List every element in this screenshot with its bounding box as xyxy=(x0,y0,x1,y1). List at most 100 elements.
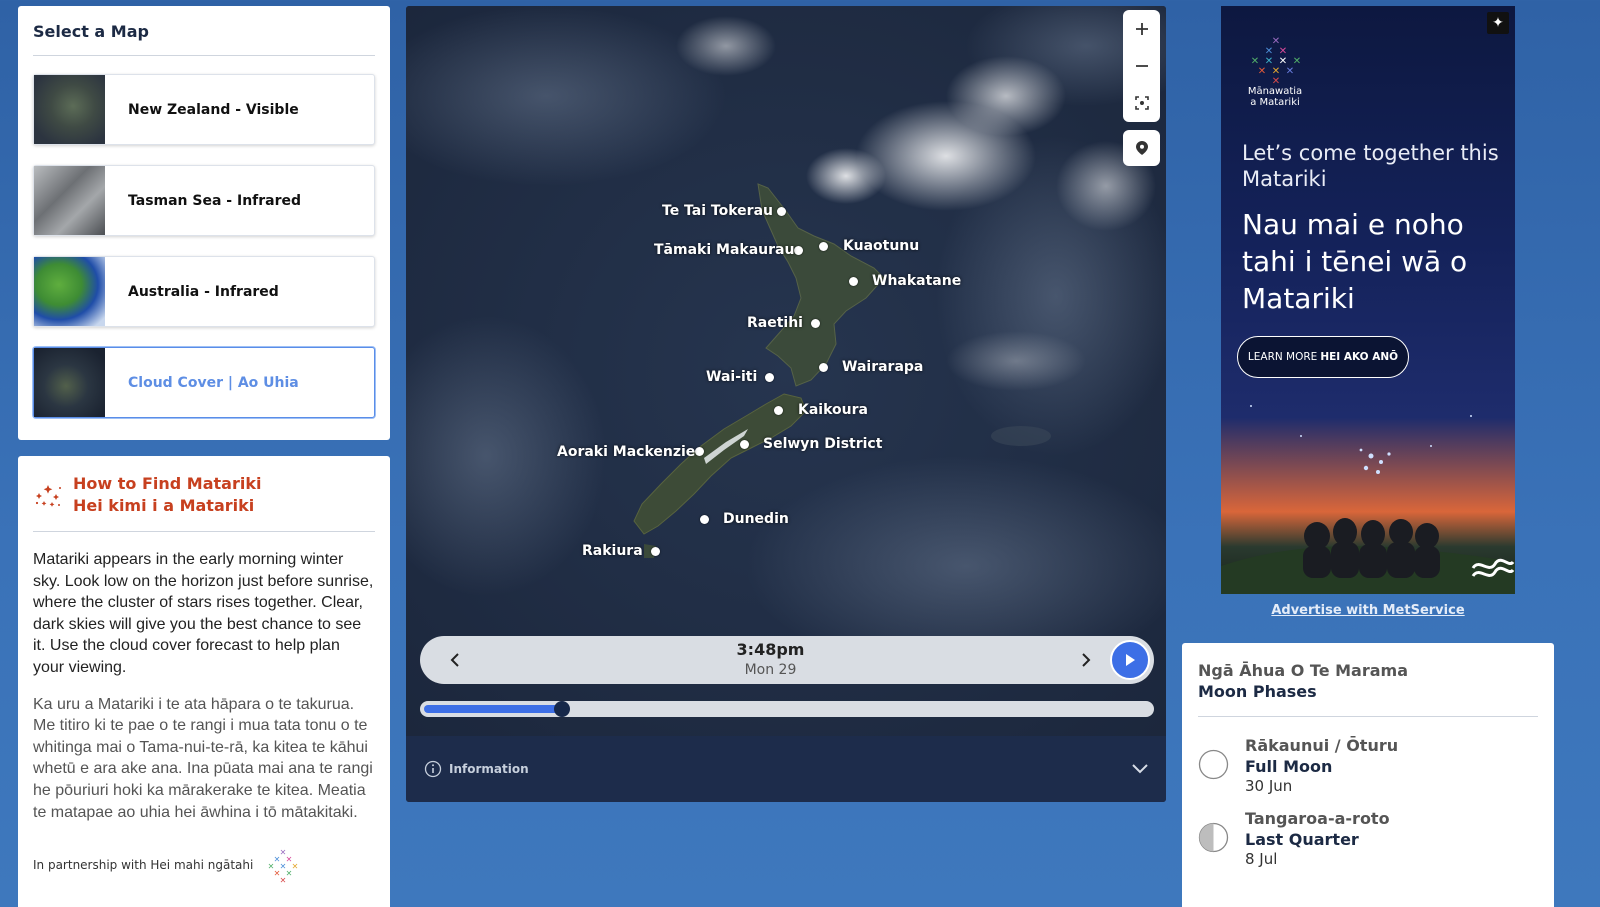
svg-text:✕: ✕ xyxy=(280,876,287,883)
map-option-tasman-infrared[interactable]: Tasman Sea - Infrared xyxy=(33,165,375,236)
ad-logo-line-1: Mānawatia xyxy=(1247,86,1303,97)
ad-stars-and-people-illustration xyxy=(1221,405,1515,594)
zoom-out-button[interactable] xyxy=(1127,51,1157,81)
map-marker[interactable] xyxy=(695,447,704,456)
tasman-infrared-thumbnail xyxy=(34,166,105,235)
time-display: 3:48pm Mon 29 xyxy=(475,640,1066,680)
find-matariki-panel: How to Find Matariki Hei kimi i a Matari… xyxy=(18,456,390,907)
map-option-label: New Zealand - Visible xyxy=(128,101,299,118)
map-marker[interactable] xyxy=(774,406,783,415)
map-option-australia-infrared[interactable]: Australia - Infrared xyxy=(33,256,375,327)
zoom-controls xyxy=(1123,10,1160,122)
plus-icon xyxy=(1135,22,1148,35)
svg-text:✕: ✕ xyxy=(286,869,293,878)
partnership-text: In partnership with Hei mahi ngātahi xyxy=(33,858,254,873)
location-label[interactable]: Raetihi xyxy=(747,315,803,331)
moon-phase-name-mi: Tangaroa-a-roto xyxy=(1245,809,1390,828)
location-label[interactable]: Aoraki Mackenzie xyxy=(557,444,695,460)
play-button[interactable] xyxy=(1110,640,1150,680)
select-map-title: Select a Map xyxy=(33,6,375,56)
svg-text:✕: ✕ xyxy=(292,862,299,871)
ad-logo-text: Mānawatia a Matariki xyxy=(1243,86,1307,108)
time-slider-handle[interactable] xyxy=(553,701,570,717)
current-time: 3:48pm xyxy=(736,640,805,659)
previous-time-button[interactable] xyxy=(435,640,475,680)
moon-phase-date: 30 Jun xyxy=(1245,777,1293,795)
focus-icon xyxy=(1134,96,1149,111)
ad-choices-icon[interactable]: ✦ xyxy=(1487,12,1509,34)
chevron-right-icon xyxy=(1082,653,1091,667)
matariki-stars-icon xyxy=(35,485,61,507)
find-title-mi: Hei kimi i a Matariki xyxy=(73,496,255,515)
location-label[interactable]: Wai-iti xyxy=(706,369,757,385)
ad-learn-more-button[interactable]: LEARN MORE HEI AKO ANŌ xyxy=(1237,336,1409,378)
map-marker[interactable] xyxy=(740,440,749,449)
australia-infrared-thumbnail xyxy=(34,257,105,326)
location-label[interactable]: Kuaotunu xyxy=(843,238,919,254)
moon-title-mi: Ngā Āhua O Te Marama xyxy=(1198,661,1408,680)
map-marker[interactable] xyxy=(777,207,786,216)
information-label: Information xyxy=(449,762,529,776)
moon-title-en: Moon Phases xyxy=(1198,682,1317,701)
next-time-button[interactable] xyxy=(1066,640,1106,680)
map-option-label: Australia - Infrared xyxy=(128,283,279,300)
fullscreen-button[interactable] xyxy=(1127,88,1157,118)
advertise-with-metservice-link[interactable]: Advertise with MetService xyxy=(1221,603,1515,618)
manawatia-logo-icon: ✕ ✕ ✕ ✕ ✕ ✕ ✕ ✕ ✕ ✕ ✕ xyxy=(1251,36,1301,86)
minus-icon xyxy=(1135,65,1148,67)
map-option-label: Tasman Sea - Infrared xyxy=(128,192,302,209)
time-slider[interactable] xyxy=(420,701,1154,717)
map-marker[interactable] xyxy=(700,515,709,524)
ad-cta-bold: HEI AKO ANŌ xyxy=(1320,351,1399,363)
moon-phase-name-en: Last Quarter xyxy=(1245,830,1359,849)
find-title-en: How to Find Matariki xyxy=(73,474,262,493)
time-controls: 3:48pm Mon 29 xyxy=(420,636,1154,684)
svg-text:✕: ✕ xyxy=(1258,66,1266,77)
moon-phases-panel: Ngā Āhua O Te Marama Moon Phases Rākaunu… xyxy=(1182,643,1554,907)
moon-phase-date: 8 Jul xyxy=(1245,850,1278,868)
find-body-en: Matariki appears in the early morning wi… xyxy=(33,551,374,676)
moon-phase-item: Tangaroa-a-roto Last Quarter 8 Jul xyxy=(1198,808,1538,869)
map-marker[interactable] xyxy=(849,277,858,286)
chevron-down-icon xyxy=(1132,764,1148,774)
location-label[interactable]: Wairarapa xyxy=(842,359,923,375)
location-label[interactable]: Rakiura xyxy=(582,543,643,559)
current-date: Mon 29 xyxy=(744,662,797,678)
ad-headline-en: Let’s come together this Matariki xyxy=(1242,141,1499,191)
map-marker[interactable] xyxy=(651,547,660,556)
svg-text:✕: ✕ xyxy=(1272,76,1280,86)
map-marker[interactable] xyxy=(819,363,828,372)
location-label[interactable]: Te Tai Tokerau xyxy=(662,203,773,219)
pin-icon xyxy=(1135,141,1148,155)
map-option-cloud-cover[interactable]: Cloud Cover | Ao Uhia xyxy=(33,347,375,418)
svg-text:✕: ✕ xyxy=(1286,66,1294,77)
location-label[interactable]: Whakatane xyxy=(872,273,961,289)
map-option-nz-visible[interactable]: New Zealand - Visible xyxy=(33,74,375,145)
moon-phase-name-mi: Rākaunui / Ōturu xyxy=(1245,736,1399,755)
info-icon xyxy=(424,760,442,778)
select-map-panel: Select a Map New Zealand - Visible Tasma… xyxy=(18,6,390,440)
partnership-line: In partnership with Hei mahi ngātahi ✕ ✕… xyxy=(33,847,375,883)
last-quarter-icon xyxy=(1198,822,1229,853)
matariki-logo-icon: ✕ ✕ ✕ ✕ ✕ ✕ ✕ ✕ ✕ xyxy=(268,848,299,883)
ad-logo-line-2: a Matariki xyxy=(1250,97,1300,108)
locate-button[interactable] xyxy=(1123,130,1160,166)
matariki-advertisement[interactable]: ✦ ✕ ✕ ✕ ✕ ✕ ✕ ✕ ✕ ✕ ✕ ✕ Mānawatia a Matariki L… xyxy=(1221,6,1515,594)
find-body-mi: Ka uru a Matariki i te ata hāpara o te t… xyxy=(33,695,373,821)
information-toggle[interactable]: Information xyxy=(406,736,1166,802)
nz-visible-thumbnail xyxy=(34,75,105,144)
map-marker[interactable] xyxy=(765,373,774,382)
map-marker[interactable] xyxy=(819,242,828,251)
map-option-label: Cloud Cover | Ao Uhia xyxy=(128,374,299,391)
location-label[interactable]: Kaikoura xyxy=(798,402,868,418)
map-imagery[interactable] xyxy=(406,6,1166,736)
moon-phase-item: Rākaunui / Ōturu Full Moon 30 Jun xyxy=(1198,735,1538,796)
cloud-map[interactable]: Te Tai Tokerau Tāmaki Makaurau Kuaotunu … xyxy=(406,6,1166,802)
play-icon xyxy=(1126,654,1135,666)
location-label[interactable]: Dunedin xyxy=(723,511,789,527)
location-label[interactable]: Tāmaki Makaurau xyxy=(654,242,794,258)
zoom-in-button[interactable] xyxy=(1127,14,1157,44)
location-label[interactable]: Selwyn District xyxy=(763,436,882,452)
map-marker[interactable] xyxy=(794,246,803,255)
map-marker[interactable] xyxy=(811,319,820,328)
